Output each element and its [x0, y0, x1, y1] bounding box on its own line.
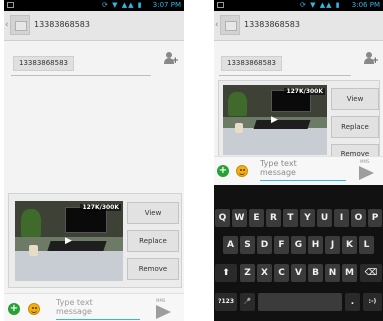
key-u[interactable]: U [317, 209, 332, 227]
key-x[interactable]: X [257, 264, 272, 282]
placeholder-line-1: Type text [56, 298, 93, 307]
video-thumbnail[interactable]: ▶ 127K/300K [223, 85, 327, 155]
key-b[interactable]: B [308, 264, 323, 282]
remove-button[interactable]: Remove [127, 258, 179, 280]
mms-label: MMS [360, 159, 370, 164]
key-y[interactable]: Y [300, 209, 315, 227]
key-e[interactable]: E [249, 209, 264, 227]
soft-keyboard: Q W E R T Y U I O P A S D F G H J K L ⬆ … [214, 185, 383, 321]
left-phone-screen: ⟳ ▼ ▲▲ ▮ 3:07 PM ‹ 13383868583 133838685… [4, 0, 184, 321]
action-bar: ‹ 13383868583 [214, 11, 383, 41]
key-v[interactable]: V [291, 264, 306, 282]
recipient-underline [219, 75, 351, 76]
compose-bar: + Type text message MMS [4, 293, 184, 321]
symbols-key[interactable]: ?123 [215, 293, 237, 311]
add-attachment-icon[interactable]: + [217, 165, 229, 177]
recipient-underline [11, 75, 151, 76]
message-input[interactable]: Type text message [56, 298, 140, 320]
key-k[interactable]: K [342, 236, 357, 254]
key-p[interactable]: P [368, 209, 382, 227]
space-key[interactable] [258, 293, 342, 311]
status-bar: ⟳ ▼ ▲▲ ▮ 3:06 PM [214, 0, 383, 11]
send-icon[interactable] [156, 305, 171, 319]
right-phone-screen: ⟳ ▼ ▲▲ ▮ 3:06 PM ‹ 13383868583 133838685… [214, 0, 383, 321]
signal-icons: ⟳ ▼ ▲▲ ▮ [300, 1, 341, 9]
replace-button[interactable]: Replace [331, 116, 379, 138]
attachment-size: 127K/300K [80, 204, 121, 211]
back-chevron-icon[interactable]: ‹ [215, 20, 219, 30]
key-l[interactable]: L [359, 236, 374, 254]
play-icon[interactable]: ▶ [271, 115, 278, 125]
key-c[interactable]: C [274, 264, 289, 282]
key-g[interactable]: G [291, 236, 306, 254]
key-m[interactable]: M [342, 264, 357, 282]
key-z[interactable]: Z [240, 264, 255, 282]
add-contact-icon[interactable]: + [164, 52, 179, 66]
placeholder-line-2: message [56, 307, 92, 316]
key-j[interactable]: J [325, 236, 340, 254]
key-f[interactable]: F [274, 236, 289, 254]
mms-label: MMS [156, 298, 166, 303]
key-w[interactable]: W [232, 209, 247, 227]
view-button[interactable]: View [127, 202, 179, 224]
contact-avatar[interactable] [220, 15, 240, 35]
attachment-size: 127K/300K [284, 88, 325, 95]
recipient-chip[interactable]: 13383868583 [221, 56, 282, 71]
key-t[interactable]: T [283, 209, 298, 227]
contact-avatar[interactable] [10, 15, 30, 35]
key-o[interactable]: O [351, 209, 366, 227]
shift-key[interactable]: ⬆ [215, 264, 237, 282]
key-n[interactable]: N [325, 264, 340, 282]
key-q[interactable]: Q [215, 209, 230, 227]
status-bar: ⟳ ▼ ▲▲ ▮ 3:07 PM [4, 0, 184, 11]
action-bar: ‹ 13383868583 [4, 11, 184, 41]
attachment-panel: ▶ 127K/300K View Replace Remove [218, 80, 380, 157]
placeholder-line-2: message [260, 168, 296, 177]
video-thumbnail[interactable]: ▶ 127K/300K [15, 201, 123, 281]
smiley-icon[interactable] [28, 303, 40, 315]
key-d[interactable]: D [257, 236, 272, 254]
notification-icon [7, 2, 14, 8]
delete-key[interactable]: ⌫ [360, 264, 382, 282]
attachment-panel: ▶ 127K/300K View Replace Remove [8, 193, 182, 288]
view-button[interactable]: View [331, 88, 379, 110]
placeholder-line-1: Type text [260, 159, 297, 168]
thread-title: 13383868583 [244, 20, 300, 29]
microphone-icon[interactable]: 🎤 [240, 293, 255, 311]
smiley-icon[interactable] [236, 165, 248, 177]
key-i[interactable]: I [334, 209, 349, 227]
compose-bar: + Type text message MMS [214, 156, 383, 185]
status-time: 3:06 PM [351, 1, 380, 9]
key-r[interactable]: R [266, 209, 281, 227]
message-input[interactable]: Type text message [260, 159, 346, 181]
play-icon[interactable]: ▶ [65, 236, 72, 246]
key-a[interactable]: A [223, 236, 238, 254]
smiley-key[interactable]: :-) [363, 293, 382, 311]
back-chevron-icon[interactable]: ‹ [5, 20, 9, 30]
send-icon[interactable] [359, 166, 374, 180]
replace-button[interactable]: Replace [127, 230, 179, 252]
signal-icons: ⟳ ▼ ▲▲ ▮ [102, 1, 143, 9]
add-attachment-icon[interactable]: + [8, 303, 20, 315]
key-h[interactable]: H [308, 236, 323, 254]
period-key[interactable]: . [345, 293, 360, 311]
notification-icon [217, 2, 224, 8]
add-contact-icon[interactable]: + [364, 52, 379, 66]
recipient-chip[interactable]: 13383868583 [13, 56, 74, 71]
status-time: 3:07 PM [152, 1, 181, 9]
thread-title: 13383868583 [34, 20, 90, 29]
key-s[interactable]: S [240, 236, 255, 254]
